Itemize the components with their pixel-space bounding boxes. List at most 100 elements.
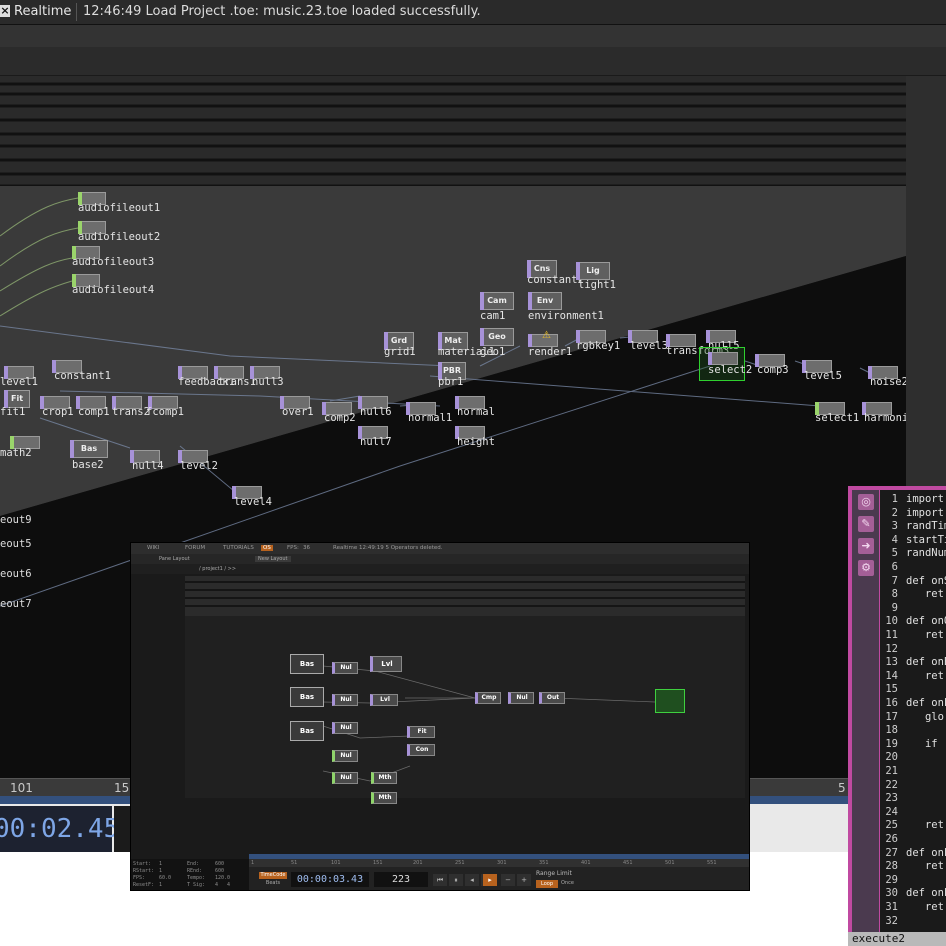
code-line[interactable]: ret (906, 819, 944, 831)
light1-node[interactable]: Lig (576, 262, 610, 280)
stat-label: End: (187, 861, 200, 867)
inner-nul-node[interactable]: Nul (332, 694, 358, 706)
inner-path[interactable]: / project1 / >> (199, 566, 236, 572)
node-label: grid1 (384, 346, 416, 358)
inner-frame[interactable]: 223 (374, 872, 428, 887)
inner-network[interactable]: Bas Bas Bas Nul Nul Nul Nul Nul Lvl Lvl … (185, 576, 745, 804)
inner-realtime[interactable]: Realtime (333, 545, 357, 551)
code-line[interactable]: randNum (906, 547, 946, 559)
inner-con-node[interactable]: Con (407, 744, 435, 756)
code-line[interactable]: def onF (906, 887, 946, 899)
rewind-icon[interactable]: ⏮ (433, 874, 447, 886)
inner-os-badge: OS (261, 545, 273, 551)
code-line[interactable]: ret (906, 670, 944, 682)
code-line[interactable]: startTi (906, 534, 946, 546)
inner-nul-node[interactable]: Nul (332, 662, 358, 674)
inner-cmp-node[interactable]: Cmp (475, 692, 501, 704)
pause-icon[interactable]: ⏸ (449, 874, 463, 886)
geo1-node[interactable]: Geo (480, 328, 514, 346)
code-line[interactable]: def onO (906, 615, 946, 627)
inner-timecode-toggle[interactable]: TimeCode (259, 872, 287, 879)
line-number: 7 (891, 574, 898, 587)
node-label: environment1 (528, 310, 604, 322)
pen-icon[interactable]: ✎ (858, 516, 874, 532)
inner-nul-node[interactable]: Nul (332, 722, 358, 734)
play-icon[interactable]: ▸ (483, 874, 497, 886)
ruler-tick: 251 (455, 860, 465, 866)
op-title: Bas (80, 444, 98, 453)
code-area[interactable]: 1 import 2 import 3 randTim 4 startTi 5 randNum 6 7… (880, 490, 946, 932)
node-label: base2 (72, 459, 104, 471)
inner-tab-wiki[interactable]: WIKI (147, 545, 159, 551)
line-number: 32 (885, 914, 898, 927)
node-label: level1 (0, 376, 38, 388)
inner-mth-node[interactable]: Mth (371, 772, 397, 784)
code-line[interactable]: import (906, 493, 944, 505)
op-title: Grd (390, 336, 408, 345)
inner-tab-forum[interactable]: FORUM (185, 545, 205, 551)
stat-value: 600 (215, 868, 225, 874)
current-time-display[interactable]: 00:02.45 (0, 806, 119, 852)
line-number: 2 (891, 506, 898, 519)
inner-tab-tutorials[interactable]: TUTORIALS (223, 545, 254, 551)
inner-mth-node[interactable]: Mth (371, 792, 397, 804)
code-line[interactable]: def onF (906, 697, 946, 709)
plus-icon[interactable]: + (517, 874, 531, 886)
line-number: 6 (891, 561, 898, 573)
arrow-right-icon[interactable]: ➜ (858, 538, 874, 554)
minus-icon[interactable]: − (501, 874, 515, 886)
inner-once-button[interactable]: Once (561, 880, 574, 886)
node-label: eout9 (0, 514, 32, 526)
line-number: 23 (885, 792, 898, 805)
inner-loop-button[interactable]: Loop (536, 880, 558, 888)
code-line[interactable]: def onS (906, 575, 946, 587)
wrench-icon[interactable]: ⚙ (858, 560, 874, 576)
node-label: render1 (528, 346, 573, 358)
step-back-icon[interactable]: ◂ (465, 874, 479, 886)
inner-lvl-node[interactable]: Lvl (370, 656, 402, 672)
inner-bas-node[interactable]: Bas (290, 654, 324, 674)
base2-node[interactable]: Bas (70, 440, 108, 458)
inner-ruler[interactable]: 1 51 101 151 201 251 301 351 401 451 501… (249, 859, 749, 867)
code-line[interactable]: ret (906, 629, 944, 641)
code-line[interactable]: ret (906, 901, 944, 913)
node-label: audiofileout3 (72, 256, 155, 268)
node-label: light1 (578, 279, 616, 291)
frame-field[interactable] (114, 806, 130, 852)
inner-current-time[interactable]: 00:00:03.43 (291, 872, 369, 887)
inner-path-bar: / project1 / >> (131, 564, 749, 574)
line-number: 19 (885, 737, 898, 750)
inner-status-message: 12:49:19 5 Operators deleted. (359, 545, 443, 551)
inner-new-layout[interactable]: New Layout (255, 556, 291, 562)
close-icon[interactable]: × (0, 5, 10, 17)
inner-fit-node[interactable]: Fit (407, 726, 435, 738)
code-line[interactable]: if (906, 738, 938, 750)
inner-nul-node[interactable]: Nul (332, 772, 358, 784)
inner-bas-node[interactable]: Bas (290, 687, 324, 707)
code-line[interactable]: glo (906, 711, 944, 723)
inner-nul-node[interactable]: Nul (332, 750, 358, 762)
inner-lvl-node[interactable]: Lvl (370, 694, 398, 706)
code-line[interactable]: ret (906, 860, 944, 872)
code-line[interactable]: import (906, 507, 944, 519)
code-line[interactable]: ret (906, 588, 944, 600)
code-line[interactable]: randTim (906, 520, 946, 532)
op-title: Env (536, 296, 554, 305)
inner-nul-node[interactable]: Nul (508, 692, 534, 704)
stat-value: 1 (159, 882, 163, 888)
inner-pane-layout[interactable]: Pane Layout (159, 556, 190, 562)
inner-time-stats: Start: 1 End: 600 RStart: 1 REnd: 600 FP… (131, 859, 249, 890)
inner-selected-node[interactable] (655, 689, 685, 713)
cam1-node[interactable]: Cam (480, 292, 514, 310)
target-icon[interactable]: ◎ (858, 494, 874, 510)
environment1-node[interactable]: Env (528, 292, 562, 310)
inner-out-node[interactable]: Out (539, 692, 565, 704)
line-number: 31 (885, 901, 898, 913)
stat-value: 1 (159, 868, 163, 874)
realtime-toggle[interactable]: Realtime (14, 4, 71, 19)
code-line[interactable]: def onF (906, 847, 946, 859)
inner-beats-toggle[interactable]: Beats (259, 880, 287, 887)
inner-bas-node[interactable]: Bas (290, 721, 324, 741)
code-line[interactable]: def onE (906, 656, 946, 668)
line-number: 1 (891, 493, 898, 505)
